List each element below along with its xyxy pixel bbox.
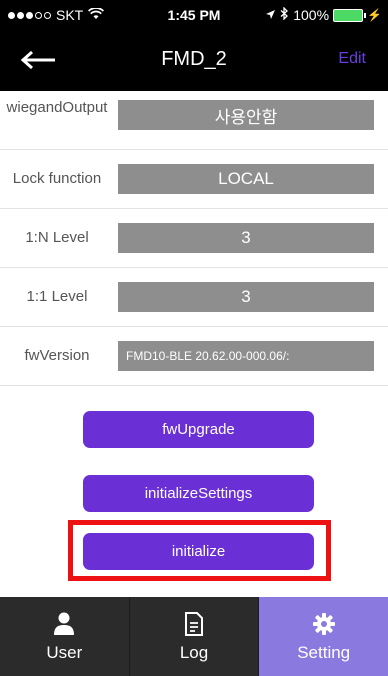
fw-version-field: FMD10-BLE 20.62.00-000.06/: [118, 341, 374, 371]
setting-row-lock-function: Lock function LOCAL [0, 150, 388, 209]
11-level-field[interactable]: 3 [118, 282, 374, 312]
settings-form: wiegandOutput 사용안함 Lock function LOCAL 1… [0, 91, 388, 386]
tab-label: User [46, 642, 83, 662]
edit-button[interactable]: Edit [338, 50, 366, 68]
tab-log[interactable]: Log [130, 597, 260, 676]
setting-row-wiegand-output: wiegandOutput 사용안함 [0, 91, 388, 150]
initialize-settings-button[interactable]: initializeSettings [83, 475, 314, 512]
setting-label: 1:1 Level [26, 288, 88, 305]
navigation-bar: FMD_2 Edit [0, 30, 388, 91]
setting-label: Lock function [12, 170, 102, 187]
status-right: 100% ⚡ [265, 6, 382, 23]
setting-label: wiegandOutput [6, 99, 108, 116]
gear-icon [312, 611, 336, 637]
wiegand-output-field[interactable]: 사용안함 [118, 100, 374, 130]
tab-user[interactable]: User [0, 597, 130, 676]
highlight-box [68, 520, 331, 581]
setting-label: fwVersion [24, 347, 90, 364]
tab-label: Setting [297, 642, 351, 662]
setting-row-1n-level: 1:N Level 3 [0, 209, 388, 268]
tab-label: Log [179, 642, 209, 662]
top-bar: SKT 1:45 PM 100% ⚡ FMD_2 Edit [0, 0, 388, 91]
page-title: FMD_2 [161, 48, 227, 70]
location-arrow-icon [265, 7, 276, 23]
1n-level-field[interactable]: 3 [118, 223, 374, 253]
bluetooth-icon [280, 6, 289, 23]
setting-row-fw-version: fwVersion FMD10-BLE 20.62.00-000.06/: [0, 327, 388, 386]
tab-bar: User Log Setting [0, 597, 388, 676]
lock-function-field[interactable]: LOCAL [118, 164, 374, 194]
charging-icon: ⚡ [367, 8, 382, 22]
document-icon [184, 611, 204, 637]
battery-percent: 100% [293, 7, 330, 23]
setting-row-11-level: 1:1 Level 3 [0, 268, 388, 327]
tab-setting[interactable]: Setting [259, 597, 388, 676]
setting-label: 1:N Level [25, 229, 89, 246]
person-icon [53, 611, 75, 637]
status-bar: SKT 1:45 PM 100% ⚡ [0, 0, 388, 30]
battery-icon [333, 8, 367, 22]
fw-upgrade-button[interactable]: fwUpgrade [83, 411, 314, 448]
